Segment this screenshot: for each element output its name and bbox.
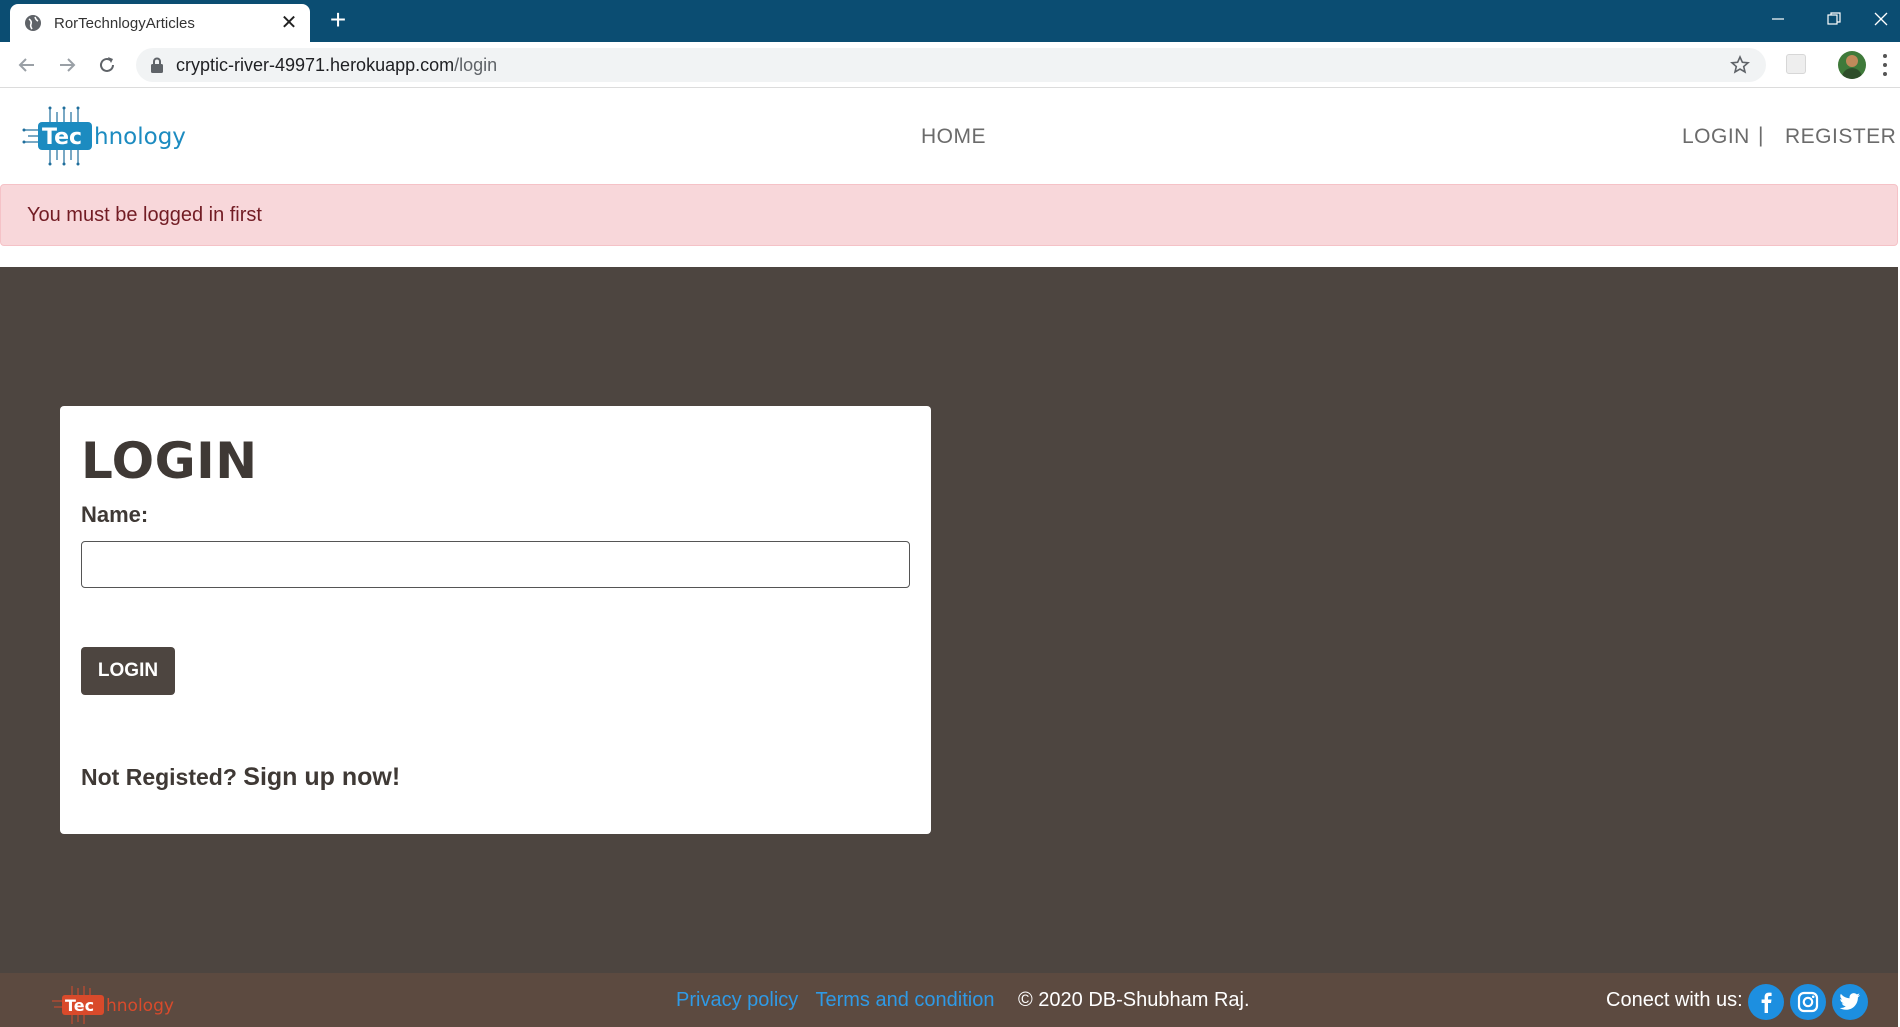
address-bar[interactable]: cryptic-river-49971.herokuapp.com/login (136, 48, 1766, 82)
instagram-icon[interactable] (1790, 984, 1826, 1020)
svg-text:hnology: hnology (106, 996, 174, 1016)
minimize-icon[interactable] (1750, 0, 1806, 38)
nav-home-link[interactable]: HOME (921, 125, 986, 149)
facebook-icon[interactable] (1748, 984, 1784, 1020)
browser-tab[interactable]: RorTechnlogyArticles ✕ (10, 4, 310, 42)
svg-text:Tec: Tec (42, 125, 82, 150)
name-label: Name: (81, 502, 149, 527)
close-tab-icon[interactable]: ✕ (278, 13, 300, 33)
footer-technology-logo[interactable]: Tec hnology (50, 985, 200, 1025)
site-footer: Tec hnology Privacy policy Terms and con… (0, 973, 1898, 1027)
copyright-text: © 2020 DB-Shubham Raj. (1018, 989, 1250, 1011)
footer-links: Privacy policy Terms and condition © 202… (676, 989, 1250, 1012)
lock-icon (151, 57, 163, 73)
alert-message: You must be logged in first (27, 203, 262, 226)
privacy-policy-link[interactable]: Privacy policy (676, 989, 798, 1011)
technology-logo[interactable]: Tec hnology (22, 106, 208, 166)
bookmark-star-icon[interactable] (1730, 55, 1750, 75)
browser-tab-strip: RorTechnlogyArticles ✕ + (0, 0, 1900, 42)
flash-alert: You must be logged in first (0, 184, 1898, 246)
login-submit-button[interactable]: LOGIN (81, 647, 175, 695)
url-host: cryptic-river-49971.herokuapp.com (176, 54, 455, 75)
signup-prefix: Not Registed? (81, 764, 237, 790)
nav-separator: | (1758, 124, 1764, 147)
restore-icon[interactable] (1806, 0, 1862, 38)
site-header: Tec hnology HOME LOGIN | REGISTER (0, 88, 1900, 184)
connect-label: Conect with us: (1606, 989, 1743, 1011)
signup-link[interactable]: Sign up now! (243, 763, 400, 791)
browser-menu-icon[interactable] (1882, 54, 1888, 76)
signup-prompt: Not Registed? Sign up now! (81, 763, 400, 792)
reload-icon[interactable] (94, 52, 120, 78)
url-text: cryptic-river-49971.herokuapp.com/login (176, 55, 497, 76)
extension-icon[interactable] (1786, 54, 1806, 74)
forward-arrow-icon[interactable] (54, 52, 80, 78)
login-card: LOGIN Name: LOGIN Not Registed? Sign up … (60, 406, 931, 834)
close-window-icon[interactable] (1862, 0, 1900, 38)
main-content: LOGIN Name: LOGIN Not Registed? Sign up … (0, 267, 1898, 973)
twitter-icon[interactable] (1832, 984, 1868, 1020)
profile-avatar[interactable] (1838, 51, 1866, 79)
address-toolbar: cryptic-river-49971.herokuapp.com/login (0, 42, 1900, 88)
globe-icon (25, 15, 41, 31)
svg-text:hnology: hnology (94, 124, 186, 150)
back-arrow-icon[interactable] (14, 52, 40, 78)
tab-title: RorTechnlogyArticles (54, 14, 195, 32)
terms-link[interactable]: Terms and condition (815, 989, 994, 1011)
nav-register-link[interactable]: REGISTER (1785, 125, 1896, 149)
url-path: /login (454, 54, 498, 75)
name-input[interactable] (81, 541, 910, 588)
new-tab-icon[interactable]: + (324, 6, 352, 34)
nav-login-link[interactable]: LOGIN (1682, 125, 1750, 149)
svg-text:Tec: Tec (65, 996, 94, 1015)
login-title: LOGIN (81, 432, 258, 490)
